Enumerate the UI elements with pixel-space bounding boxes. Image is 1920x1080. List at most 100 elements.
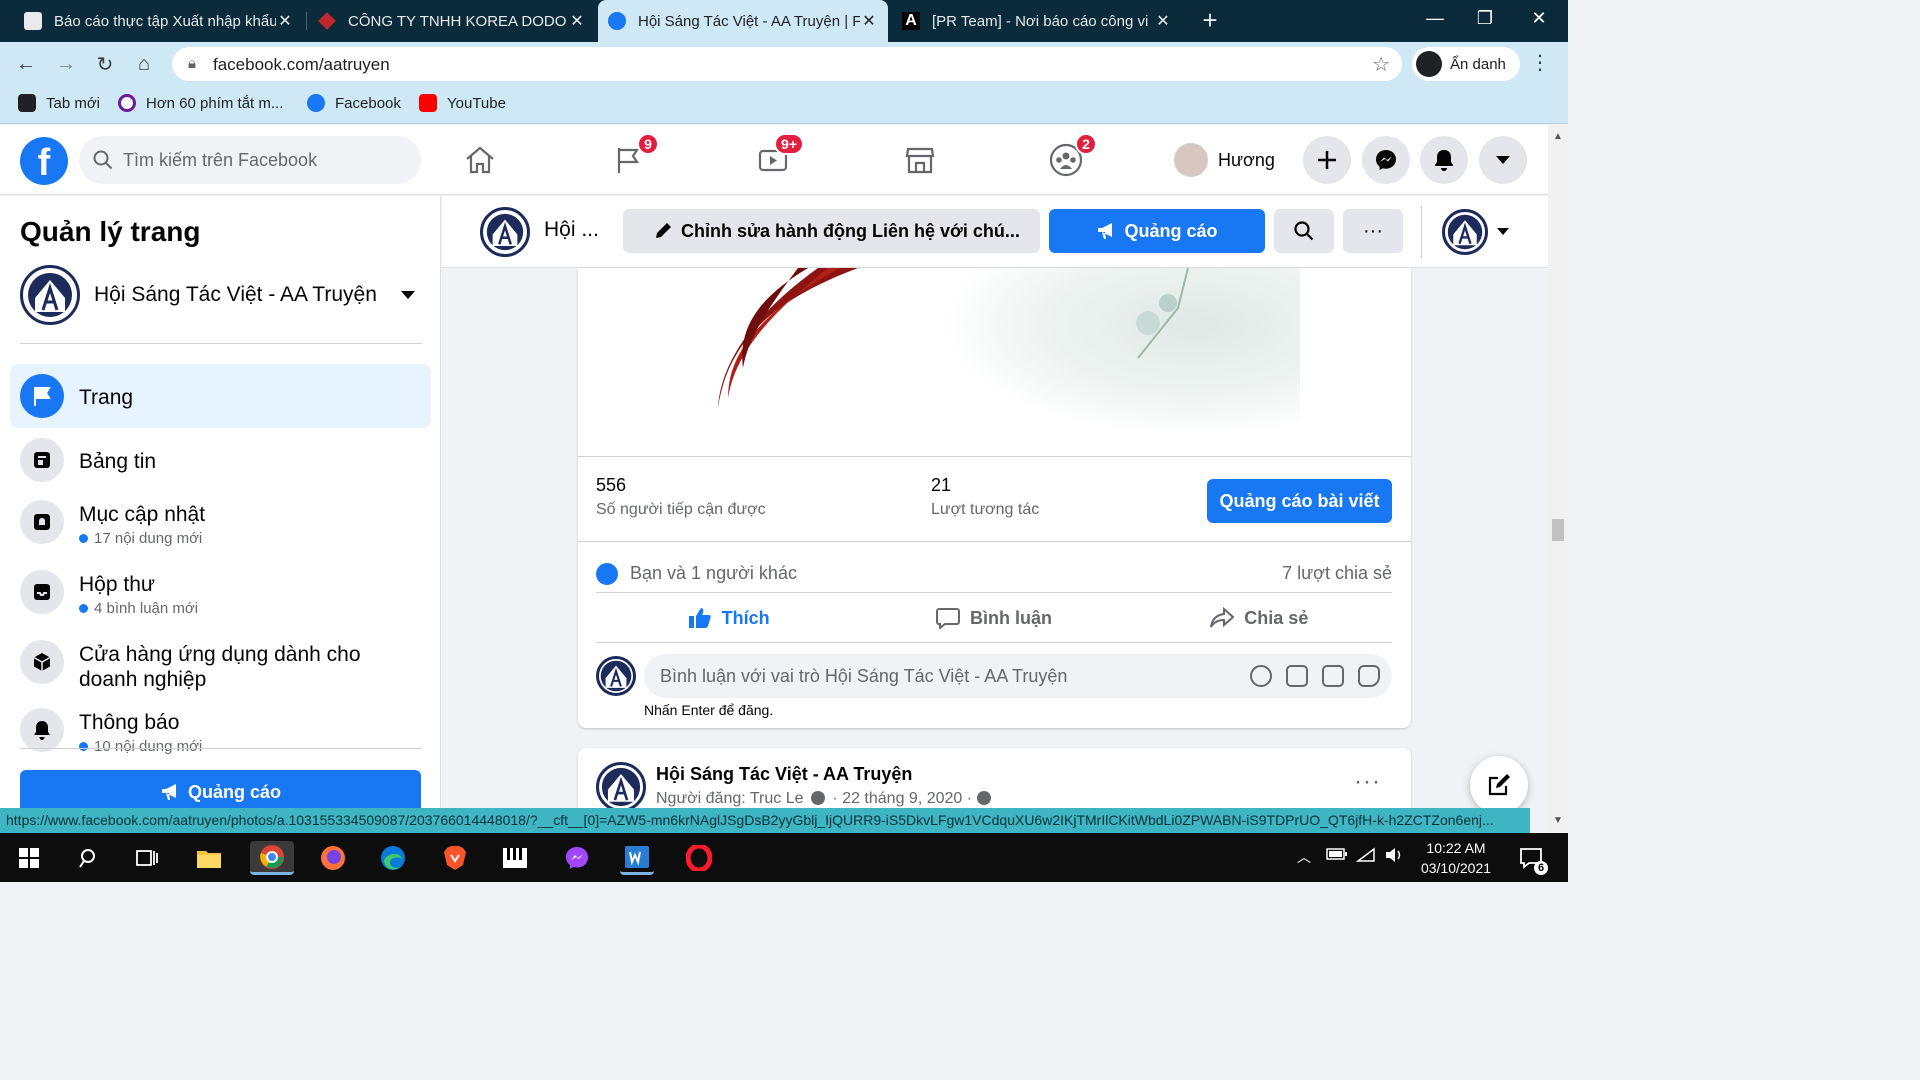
address-bar[interactable]: 🔒︎ facebook.com/aatruyen ☆	[172, 47, 1402, 81]
watch-video-icon[interactable]: 9+	[750, 133, 804, 183]
brave-icon[interactable]	[438, 841, 472, 875]
browser-tab[interactable]: A [PR Team] - Nơi báo cáo công vi ✕	[892, 0, 1182, 42]
browser-tab-active[interactable]: Hội Sáng Tác Việt - AA Truyện | Fa ✕	[598, 0, 888, 42]
windows-start-icon[interactable]	[12, 841, 46, 875]
bookmark-item[interactable]: YouTube	[419, 94, 506, 112]
lock-icon[interactable]: 🔒︎	[188, 55, 196, 72]
minimize-icon[interactable]: —	[1410, 0, 1460, 36]
action-center-icon[interactable]: 6	[1514, 841, 1548, 875]
scroll-down-arrow-icon[interactable]: ▼	[1553, 815, 1563, 826]
sidebar-item-notifications[interactable]: Thông báo 10 nội dung mới	[10, 700, 431, 770]
browser-tab[interactable]: CÔNG TY TNHH KOREA DODO D ✕	[308, 0, 596, 42]
post-image[interactable]	[578, 268, 1411, 456]
task-view-icon[interactable]	[130, 841, 164, 875]
page-selector[interactable]: Hội Sáng Tác Việt - AA Truyện	[20, 264, 422, 326]
caret-down-icon[interactable]	[1496, 227, 1510, 237]
restore-icon[interactable]: ❐	[1460, 0, 1510, 36]
volume-icon[interactable]	[1384, 847, 1404, 866]
scroll-up-arrow-icon[interactable]: ▲	[1553, 131, 1563, 142]
page-name-short[interactable]: Hội ...	[544, 218, 599, 242]
browser-tab[interactable]: Báo cáo thực tập Xuất nhập khẩu ✕	[14, 0, 304, 42]
sidebar-item-sub: 17 nội dung mới	[94, 530, 203, 547]
shares-count[interactable]: 7 lượt chia sẻ	[1282, 563, 1392, 584]
post-author-avatar[interactable]	[596, 762, 646, 812]
facebook-logo[interactable]: f	[20, 137, 68, 185]
home-nav-icon[interactable]	[457, 137, 503, 183]
back-icon[interactable]: ←	[12, 50, 40, 78]
scrollbar-thumb[interactable]	[1552, 519, 1564, 541]
page-scrollbar[interactable]: ▲ ▼	[1548, 125, 1568, 833]
bookmark-star-icon[interactable]: ☆	[1372, 52, 1390, 77]
like-label: Thích	[721, 607, 770, 628]
sidebar-item-app-store[interactable]: Cửa hàng ứng dụng dành cho doanh nghiệp	[10, 632, 431, 706]
incognito-profile-button[interactable]: Ẩn danh	[1412, 47, 1520, 81]
comment-placeholder: Bình luận với vai trò Hội Sáng Tác Việt …	[660, 665, 1068, 686]
bookmark-item[interactable]: Tab mới	[18, 94, 100, 112]
close-tab-icon[interactable]: ✕	[568, 11, 586, 31]
search-input[interactable]: Tìm kiếm trên Facebook	[79, 136, 421, 184]
post-author[interactable]: Hội Sáng Tác Việt - AA Truyện	[656, 764, 912, 785]
new-tab-button[interactable]: +	[1196, 6, 1224, 34]
messenger-button[interactable]	[1362, 136, 1410, 184]
emoji-icon[interactable]	[1250, 665, 1272, 687]
close-tab-icon[interactable]: ✕	[276, 11, 294, 31]
firefox-icon[interactable]	[316, 841, 350, 875]
comment-button[interactable]: Bình luận	[861, 594, 1126, 642]
file-explorer-icon[interactable]	[192, 841, 226, 875]
battery-icon[interactable]	[1326, 847, 1348, 864]
bookmark-item[interactable]: Facebook	[307, 94, 401, 112]
piano-app-icon[interactable]	[498, 841, 532, 875]
browser-menu-icon[interactable]: ⋮	[1530, 50, 1550, 75]
updates-bell-icon	[20, 500, 64, 544]
reload-icon[interactable]: ↻	[91, 50, 119, 78]
taskbar-search-icon[interactable]	[72, 841, 106, 875]
opera-icon[interactable]	[682, 841, 716, 875]
page-logo[interactable]	[480, 207, 530, 257]
promote-button[interactable]: Quảng cáo	[1049, 209, 1265, 253]
pages-badge: 9	[637, 133, 659, 155]
page-more-button[interactable]: ···	[1343, 209, 1403, 253]
home-icon[interactable]: ⌂	[130, 50, 158, 78]
reach-label: Số người tiếp cận được	[596, 501, 766, 518]
new-message-button[interactable]	[1470, 756, 1528, 814]
watch-badge: 9+	[774, 133, 804, 155]
sidebar-item-feed[interactable]: Bảng tin	[10, 428, 431, 492]
sticker-icon[interactable]	[1358, 665, 1380, 687]
edit-contact-action-button[interactable]: Chỉnh sửa hành động Liên hệ với chú...	[623, 209, 1040, 253]
acting-as-page-avatar[interactable]	[1442, 209, 1488, 255]
post-options-button[interactable]: ···	[1354, 768, 1381, 796]
help-icon[interactable]	[810, 791, 825, 805]
reactions-text[interactable]: Bạn và 1 người khác	[630, 563, 797, 584]
sidebar-ad-button[interactable]: Quảng cáo	[20, 770, 421, 808]
account-menu-button[interactable]	[1479, 136, 1527, 184]
chrome-taskbar-icon[interactable]	[250, 841, 294, 875]
boost-post-button[interactable]: Quảng cáo bài viết	[1207, 479, 1392, 523]
word-icon[interactable]	[620, 841, 654, 875]
taskbar-clock[interactable]: 10:22 AM 03/10/2021	[1412, 838, 1500, 878]
comment-input[interactable]: Bình luận với vai trò Hội Sáng Tác Việt …	[644, 654, 1392, 698]
tray-chevron-icon[interactable]: ︿	[1297, 847, 1311, 867]
create-plus-button[interactable]	[1303, 136, 1351, 184]
pages-flag-icon[interactable]: 9	[605, 133, 659, 183]
marketplace-store-icon[interactable]	[897, 137, 943, 183]
page-search-button[interactable]	[1274, 209, 1334, 253]
sidebar-item-inbox[interactable]: Hộp thư 4 bình luận mới	[10, 562, 431, 632]
profile-button[interactable]: Hương	[1174, 141, 1275, 179]
messenger-app-icon[interactable]	[560, 841, 594, 875]
close-tab-icon[interactable]: ✕	[860, 11, 878, 31]
sidebar-item-updates[interactable]: Mục cập nhật 17 nội dung mới	[10, 492, 431, 562]
bookmark-item[interactable]: Hơn 60 phím tắt m...	[118, 94, 283, 112]
sidebar-item-trang[interactable]: Trang	[10, 364, 431, 428]
camera-icon[interactable]	[1286, 665, 1308, 687]
close-window-icon[interactable]: ✕	[1514, 0, 1564, 36]
gif-icon[interactable]	[1322, 665, 1344, 687]
post-date[interactable]: 22 tháng 9, 2020	[842, 790, 962, 807]
share-button[interactable]: Chia sẻ	[1127, 594, 1392, 642]
forward-icon[interactable]: →	[52, 50, 80, 78]
wifi-icon[interactable]	[1355, 847, 1376, 866]
edge-icon[interactable]	[376, 841, 410, 875]
close-tab-icon[interactable]: ✕	[1154, 11, 1172, 31]
notifications-button[interactable]	[1420, 136, 1468, 184]
like-button[interactable]: Thích	[596, 594, 861, 642]
groups-icon[interactable]: 2	[1043, 133, 1097, 183]
